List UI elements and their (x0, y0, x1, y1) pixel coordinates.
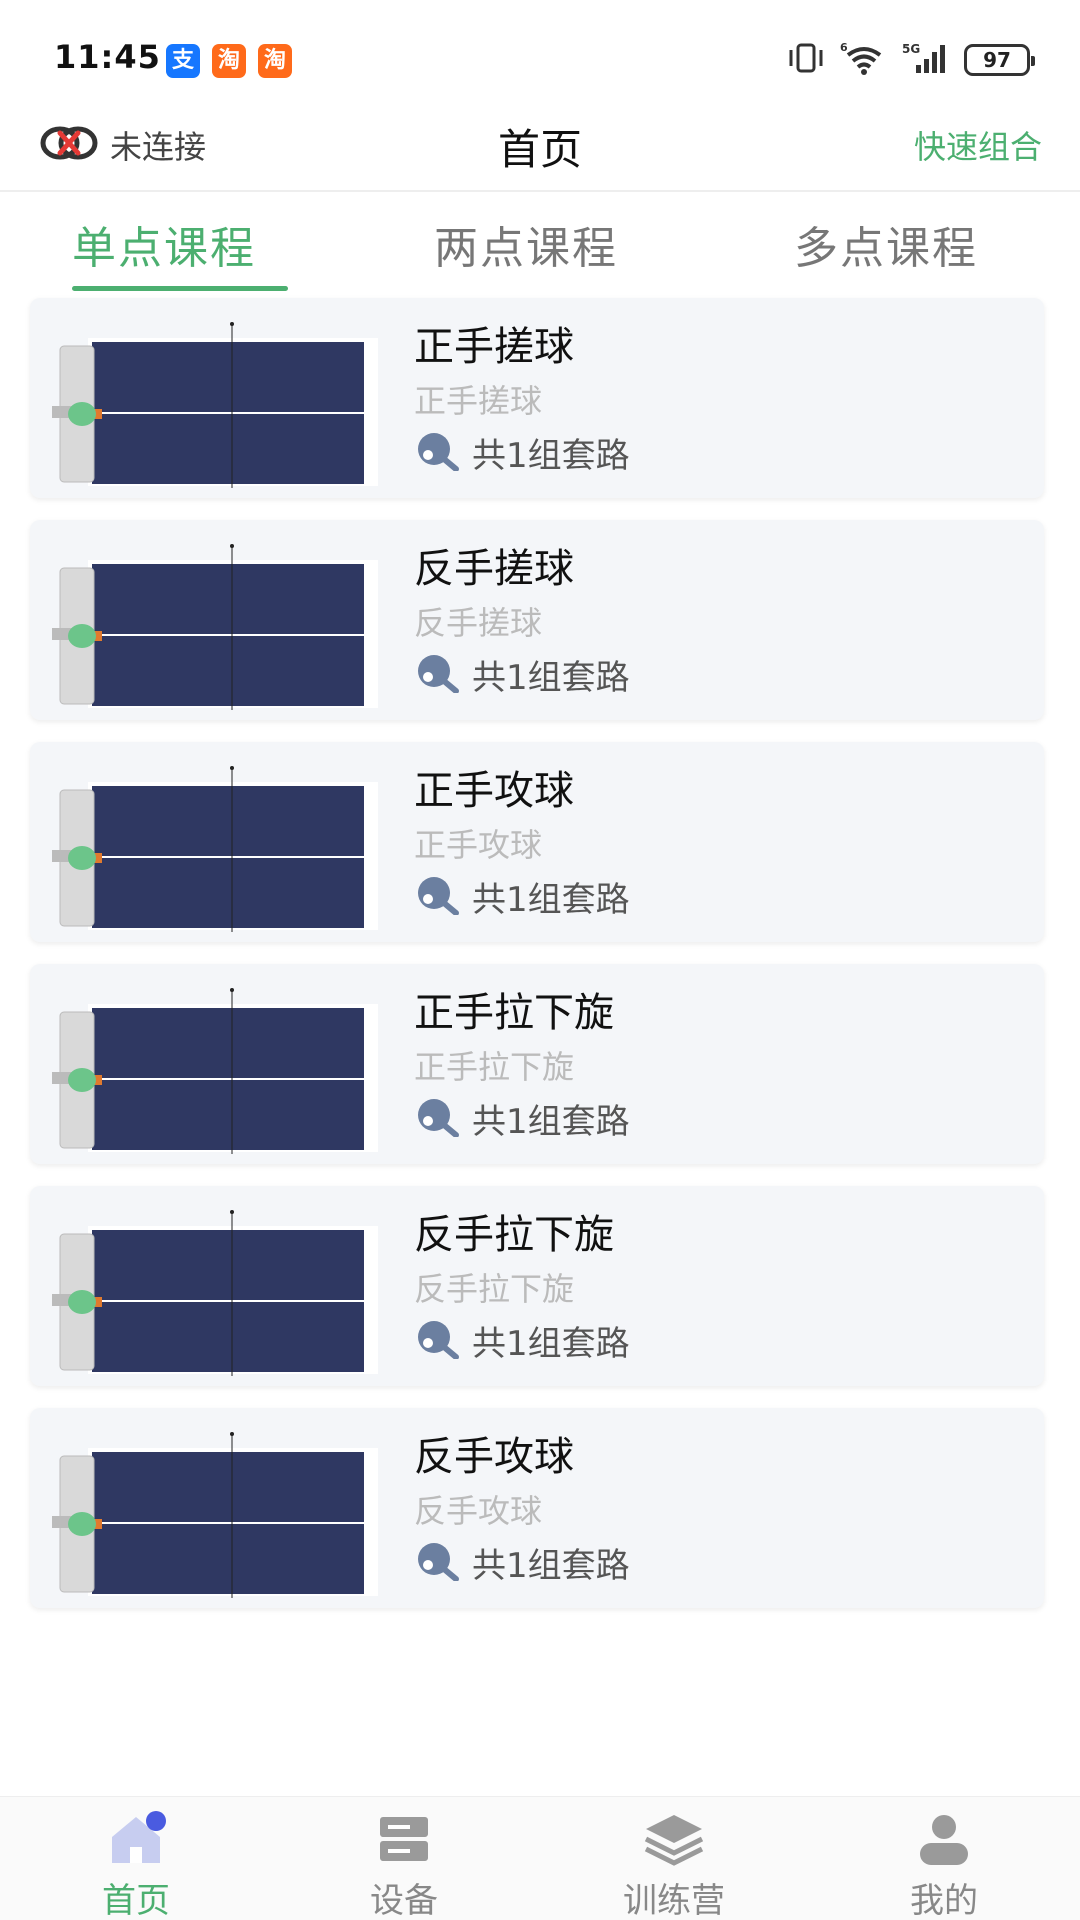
course-subtitle: 反手搓球 (414, 604, 543, 642)
battery-indicator: 97 (964, 44, 1035, 76)
course-card[interactable]: 正手攻球 正手攻球 共1组套路 (30, 742, 1044, 942)
course-meta-text: 共1组套路 (472, 1102, 630, 1142)
taobao-notification-icon: 淘 (212, 44, 246, 78)
nav-home-label: 首页 (102, 1881, 170, 1920)
course-meta: 共1组套路 (414, 1538, 630, 1587)
course-subtitle: 正手拉下旋 (414, 1048, 575, 1086)
layers-icon (574, 1811, 774, 1867)
paddle-icon (414, 1097, 462, 1141)
course-card[interactable]: 反手搓球 反手搓球 共1组套路 (30, 520, 1044, 720)
nav-training-camp[interactable]: 训练营 (574, 1811, 774, 1920)
course-meta-text: 共1组套路 (472, 436, 630, 476)
course-card[interactable]: 反手攻球 反手攻球 共1组套路 (30, 1408, 1044, 1608)
course-subtitle: 正手攻球 (414, 826, 543, 864)
tab-two-point[interactable]: 两点课程 (434, 212, 618, 276)
course-meta-text: 共1组套路 (472, 880, 630, 920)
profile-icon (844, 1811, 1044, 1867)
active-tab-indicator (72, 286, 288, 291)
course-subtitle: 正手搓球 (414, 382, 543, 420)
course-title: 正手搓球 (414, 324, 574, 370)
course-title: 反手拉下旋 (414, 1212, 614, 1258)
course-meta-text: 共1组套路 (472, 658, 630, 698)
taobao-notification-icon: 淘 (258, 44, 292, 78)
signal-icon: 5G (902, 41, 950, 79)
course-meta-text: 共1组套路 (472, 1324, 630, 1364)
tab-single-point[interactable]: 单点课程 (72, 212, 256, 276)
course-subtitle: 反手拉下旋 (414, 1270, 575, 1308)
alipay-notification-icon: 支 (166, 44, 200, 78)
wifi-icon: 6 (840, 41, 888, 79)
course-thumbnail (48, 754, 408, 932)
bottom-nav: 首页 设备 训练营 我的 (0, 1796, 1080, 1920)
paddle-icon (414, 431, 462, 475)
course-subtitle: 反手攻球 (414, 1492, 543, 1530)
course-title: 正手拉下旋 (414, 990, 614, 1036)
course-title: 反手攻球 (414, 1434, 574, 1480)
paddle-icon (414, 875, 462, 919)
course-card[interactable]: 正手搓球 正手搓球 共1组套路 (30, 298, 1044, 498)
course-title: 正手攻球 (414, 768, 574, 814)
nav-home[interactable]: 首页 (36, 1811, 236, 1920)
vibrate-icon (786, 42, 826, 78)
course-thumbnail (48, 1198, 408, 1376)
nav-profile-label: 我的 (910, 1881, 978, 1920)
course-meta: 共1组套路 (414, 872, 630, 921)
course-thumbnail (48, 1420, 408, 1598)
course-thumbnail (48, 310, 408, 488)
course-meta: 共1组套路 (414, 428, 630, 477)
nav-device-label: 设备 (370, 1881, 438, 1920)
home-icon (36, 1811, 236, 1867)
course-thumbnail (48, 976, 408, 1154)
status-indicators: 6 5G 97 (786, 40, 1035, 80)
course-thumbnail (48, 532, 408, 710)
paddle-icon (414, 1319, 462, 1363)
paddle-icon (414, 1541, 462, 1585)
status-time: 11:45 (54, 38, 161, 76)
nav-profile[interactable]: 我的 (844, 1811, 1044, 1920)
device-icon (304, 1811, 504, 1867)
course-card[interactable]: 反手拉下旋 反手拉下旋 共1组套路 (30, 1186, 1044, 1386)
status-bar: 11:45 支 淘 淘 6 5G 97 (0, 0, 1080, 110)
course-title: 反手搓球 (414, 546, 574, 592)
course-card[interactable]: 正手拉下旋 正手拉下旋 共1组套路 (30, 964, 1044, 1164)
nav-device[interactable]: 设备 (304, 1811, 504, 1920)
course-meta: 共1组套路 (414, 1094, 630, 1143)
wifi-badge-text: 6 (840, 41, 848, 54)
course-meta: 共1组套路 (414, 1316, 630, 1365)
network-type-text: 5G (902, 42, 920, 56)
quick-combo-button[interactable]: 快速组合 (914, 122, 1042, 168)
tab-multi-point[interactable]: 多点课程 (794, 212, 978, 276)
course-tabs: 单点课程 两点课程 多点课程 (0, 192, 1080, 292)
course-meta: 共1组套路 (414, 650, 630, 699)
app-header: 未连接 首页 快速组合 (0, 110, 1080, 190)
course-meta-text: 共1组套路 (472, 1546, 630, 1586)
paddle-icon (414, 653, 462, 697)
nav-training-camp-label: 训练营 (623, 1881, 725, 1920)
